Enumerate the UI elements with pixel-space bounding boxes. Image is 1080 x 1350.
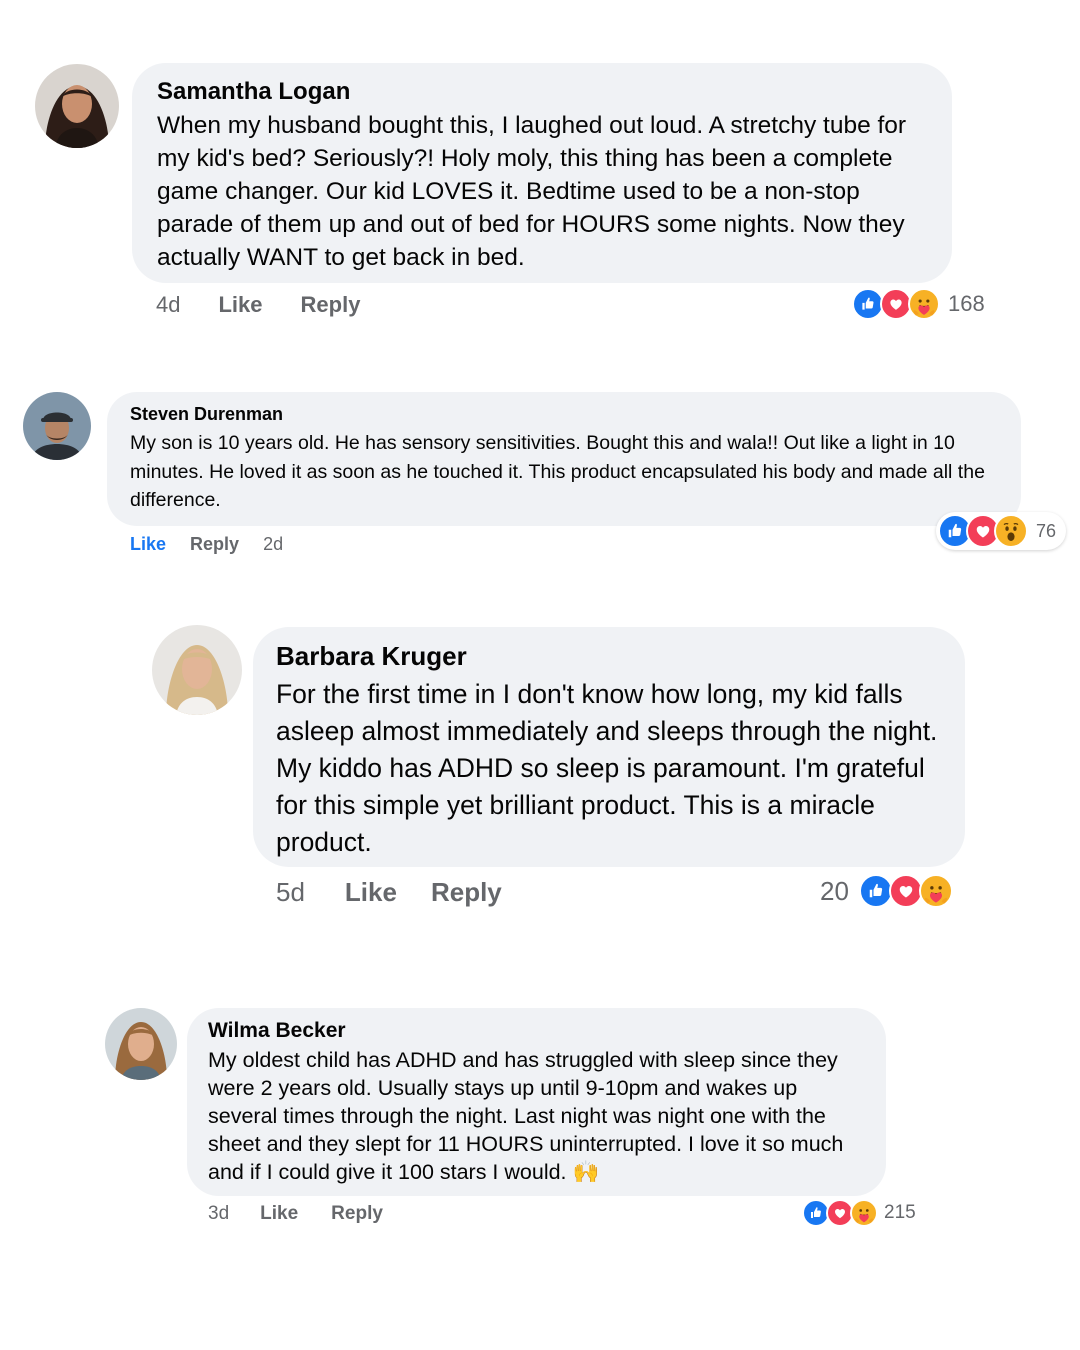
person-photo-icon	[23, 392, 91, 460]
like-icon	[858, 874, 893, 908]
comment-text: For the first time in I don't know how l…	[276, 679, 938, 857]
comment-actions: 5d Like Reply	[276, 875, 502, 909]
person-photo-icon	[152, 625, 242, 715]
care-icon	[918, 874, 953, 908]
comment-author[interactable]: Wilma Becker	[208, 1017, 866, 1045]
reply-button[interactable]: Reply	[331, 1203, 383, 1225]
comment-actions: Like Reply 2d	[130, 531, 283, 557]
comment-timestamp[interactable]: 4d	[156, 292, 180, 318]
reaction-count: 20	[820, 875, 849, 906]
avatar[interactable]	[23, 392, 91, 460]
comment-bubble: Wilma Becker My oldest child has ADHD an…	[187, 1008, 886, 1196]
reaction-count: 215	[884, 1202, 916, 1223]
person-photo-icon	[35, 64, 119, 148]
reaction-summary[interactable]: 20	[820, 874, 953, 908]
comment-author[interactable]: Barbara Kruger	[276, 639, 943, 673]
reply-button[interactable]: Reply	[431, 877, 502, 908]
wow-icon	[994, 514, 1028, 548]
comment-timestamp[interactable]: 3d	[208, 1203, 229, 1225]
comment-bubble: Steven Durenman My son is 10 years old. …	[107, 392, 1021, 526]
reply-button[interactable]: Reply	[301, 292, 361, 318]
comment-bubble: Samantha Logan When my husband bought th…	[132, 63, 952, 283]
like-button[interactable]: Like	[260, 1203, 298, 1225]
avatar[interactable]	[152, 625, 242, 715]
comment-author[interactable]: Steven Durenman	[130, 402, 999, 426]
comment-actions: 4d Like Reply	[156, 290, 360, 320]
comment-text: My son is 10 years old. He has sensory s…	[130, 432, 985, 511]
like-button[interactable]: Like	[130, 534, 166, 555]
comment-author[interactable]: Samantha Logan	[157, 77, 928, 107]
avatar[interactable]	[35, 64, 119, 148]
reaction-count: 76	[1036, 520, 1057, 541]
care-icon	[850, 1199, 878, 1227]
avatar[interactable]	[105, 1008, 177, 1080]
care-icon	[908, 288, 940, 320]
reaction-summary[interactable]: 76	[936, 512, 1067, 550]
reaction-summary[interactable]: 168	[852, 288, 985, 320]
like-button[interactable]: Like	[345, 877, 397, 908]
like-button[interactable]: Like	[218, 292, 262, 318]
person-photo-icon	[105, 1008, 177, 1080]
comment-actions: 3d Like Reply	[208, 1201, 383, 1227]
comment-timestamp[interactable]: 2d	[263, 534, 283, 555]
love-icon	[888, 874, 923, 908]
comment-timestamp[interactable]: 5d	[276, 877, 305, 908]
comment-text: My oldest child has ADHD and has struggl…	[208, 1048, 844, 1184]
reaction-count: 168	[948, 291, 985, 316]
reply-button[interactable]: Reply	[190, 534, 239, 555]
reaction-summary[interactable]: 215	[802, 1199, 916, 1227]
comment-text: When my husband bought this, I laughed o…	[157, 112, 907, 271]
comment-bubble: Barbara Kruger For the first time in I d…	[253, 627, 965, 867]
